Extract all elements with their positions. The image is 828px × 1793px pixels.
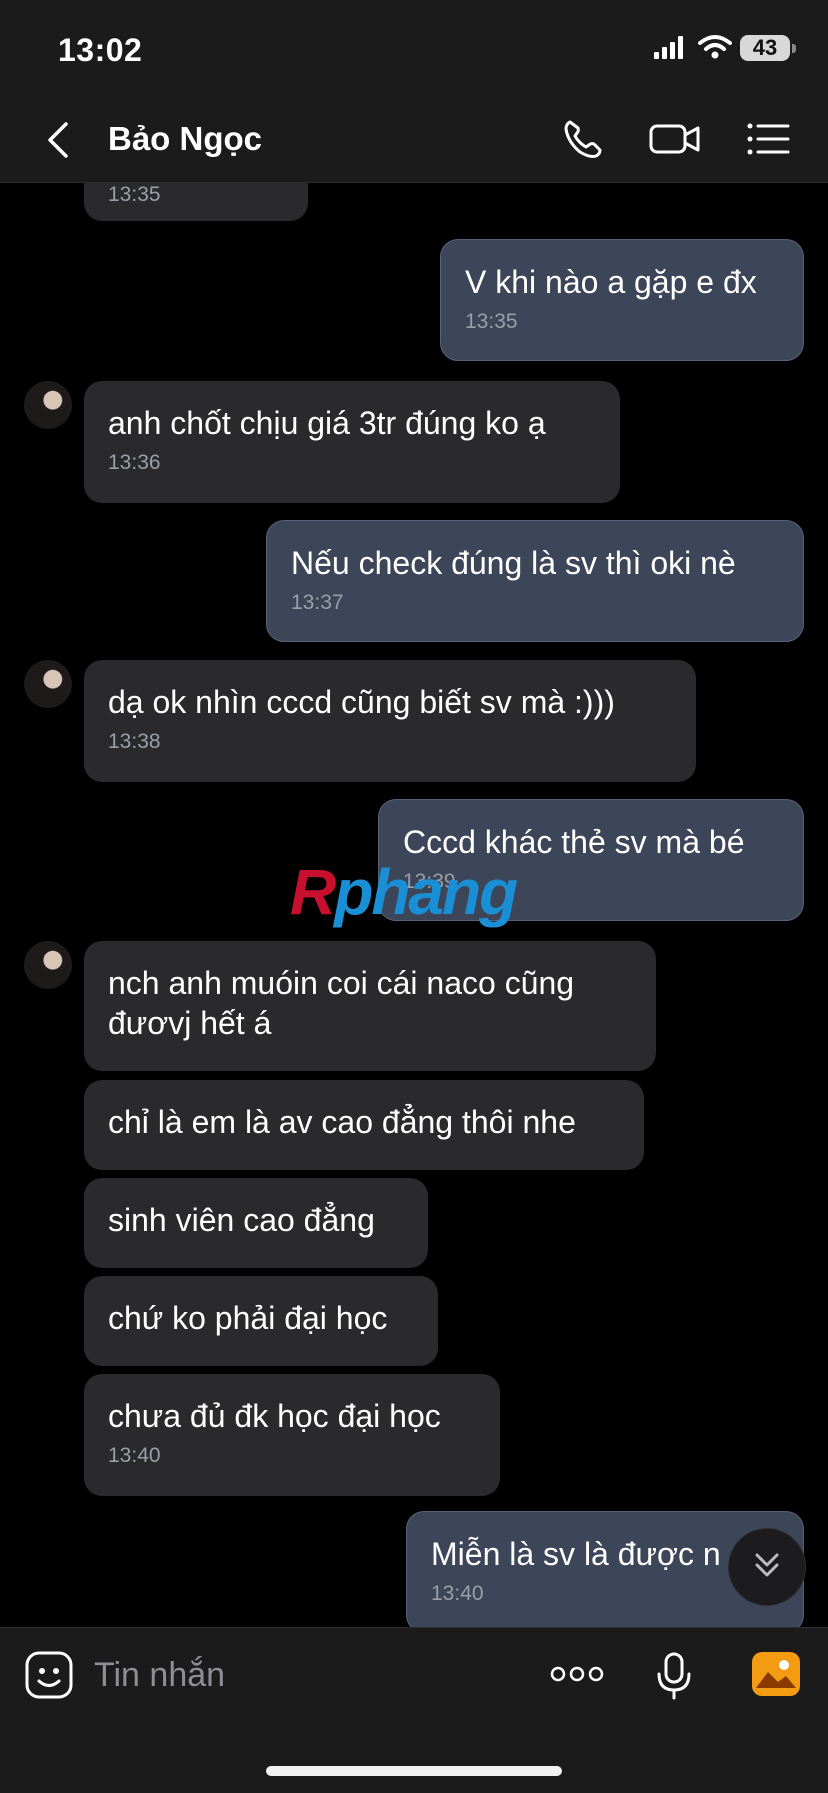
watermark-logo: Rphang xyxy=(290,856,518,928)
more-dots-icon[interactable] xyxy=(550,1660,604,1688)
battery-tip xyxy=(792,44,796,53)
status-time: 13:02 xyxy=(58,32,143,68)
message-input[interactable]: Tin nhắn xyxy=(94,1656,225,1695)
message-time: 13:35 xyxy=(108,183,161,206)
message-text: dạ ok nhìn cccd cũng biết sv mà :))) xyxy=(108,684,615,720)
message-text: Nếu check đúng là sv thì oki nè xyxy=(291,545,736,581)
avatar[interactable] xyxy=(24,660,72,708)
message-text: nch anh muóin coi cái naco cũng đươvj hế… xyxy=(108,965,575,1041)
message-time: 13:40 xyxy=(108,1444,161,1467)
wifi-icon xyxy=(698,35,732,59)
message-bubble-incoming[interactable]: 13:35 xyxy=(84,183,308,221)
video-camera-icon[interactable] xyxy=(648,114,702,164)
message-text: V khi nào a gặp e đx xyxy=(465,264,757,300)
contact-name[interactable]: Bảo Ngọc xyxy=(108,120,262,158)
message-text: chưa đủ đk học đại học xyxy=(108,1398,441,1434)
smiley-sticker-icon[interactable] xyxy=(24,1650,74,1700)
message-bubble-incoming[interactable]: chưa đủ đk học đại học 13:40 xyxy=(84,1374,500,1496)
message-text: Miễn là sv là được n xyxy=(431,1536,721,1572)
message-bubble-incoming[interactable]: nch anh muóin coi cái naco cũng đươvj hế… xyxy=(84,941,656,1071)
status-bar: 13:02 43 xyxy=(0,0,828,96)
phone-icon[interactable] xyxy=(558,114,608,164)
message-time: 13:38 xyxy=(108,730,161,753)
message-bubble-incoming[interactable]: sinh viên cao đẳng xyxy=(84,1178,428,1268)
message-bubble-incoming[interactable]: dạ ok nhìn cccd cũng biết sv mà :))) 13:… xyxy=(84,660,696,782)
battery-level: 43 xyxy=(740,35,790,61)
photo-icon[interactable] xyxy=(750,1650,802,1698)
message-time: 13:40 xyxy=(431,1582,484,1605)
chat-header: Bảo Ngọc xyxy=(0,96,828,183)
message-bubble-incoming[interactable]: chỉ là em là av cao đẳng thôi nhe xyxy=(84,1080,644,1170)
message-bubble-outgoing[interactable]: Nếu check đúng là sv thì oki nè 13:37 xyxy=(266,520,804,642)
chevron-left-icon[interactable] xyxy=(40,118,80,162)
message-text: sinh viên cao đẳng xyxy=(108,1202,375,1238)
message-text: chứ ko phải đại học xyxy=(108,1300,388,1336)
message-text: chỉ là em là av cao đẳng thôi nhe xyxy=(108,1104,576,1140)
microphone-icon[interactable] xyxy=(654,1652,694,1700)
message-time: 13:35 xyxy=(465,310,518,333)
cellular-signal-icon xyxy=(654,36,683,59)
home-indicator[interactable] xyxy=(266,1766,562,1776)
message-bubble-incoming[interactable]: anh chốt chịu giá 3tr đúng ko ạ 13:36 xyxy=(84,381,620,503)
avatar[interactable] xyxy=(24,381,72,429)
message-bubble-outgoing[interactable]: V khi nào a gặp e đx 13:35 xyxy=(440,239,804,361)
message-time: 13:37 xyxy=(291,591,344,614)
message-time: 13:36 xyxy=(108,451,161,474)
avatar[interactable] xyxy=(24,941,72,989)
message-text: anh chốt chịu giá 3tr đúng ko ạ xyxy=(108,405,546,441)
double-chevron-down-icon[interactable] xyxy=(728,1528,806,1606)
list-menu-icon[interactable] xyxy=(744,114,794,164)
message-bubble-incoming[interactable]: chứ ko phải đại học xyxy=(84,1276,438,1366)
